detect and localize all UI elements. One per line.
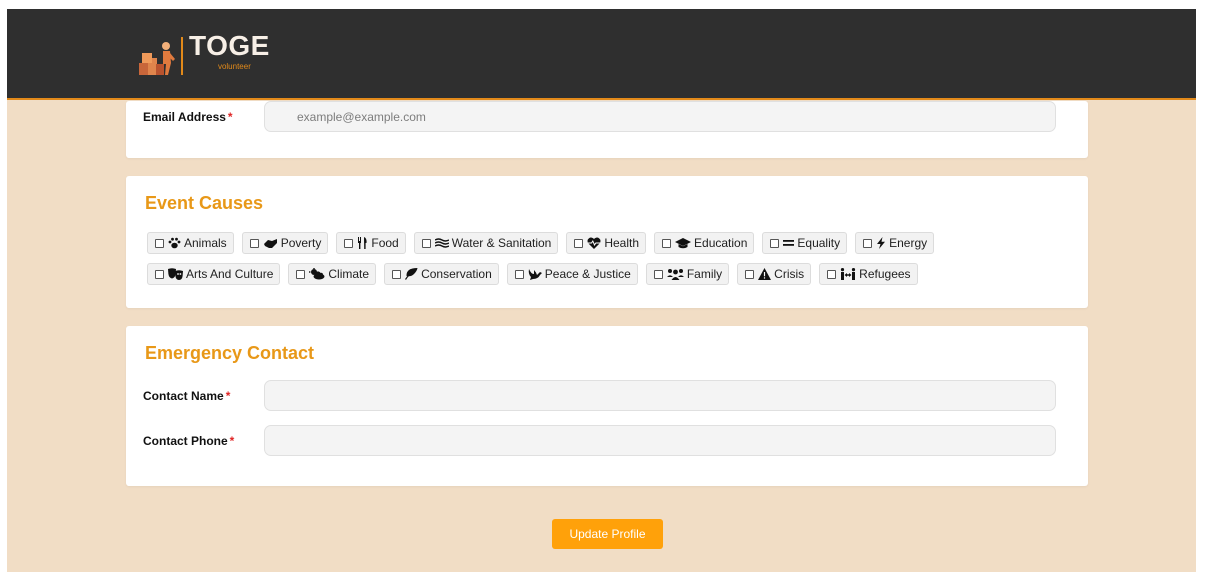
required-mark: * — [225, 389, 231, 403]
checkbox[interactable] — [827, 269, 837, 279]
contact-phone-label: Contact Phone * — [143, 434, 234, 448]
cause-chip-list: Animals Poverty Food Water & Sanitation — [147, 232, 1077, 294]
cause-chip-label: Crisis — [774, 267, 805, 281]
site-header: TOGE volunteer — [7, 9, 1196, 100]
checkbox[interactable] — [514, 269, 524, 279]
cause-chip-equality[interactable]: Equality — [762, 232, 848, 254]
checkbox[interactable] — [863, 238, 873, 248]
brand-subtitle: volunteer — [217, 62, 251, 71]
cause-chip-label: Energy — [889, 236, 928, 250]
checkbox[interactable] — [770, 238, 780, 248]
required-mark: * — [229, 434, 235, 448]
contact-phone-label-text: Contact Phone — [143, 434, 228, 448]
brand-title: TOGE — [189, 30, 270, 61]
checkbox[interactable] — [392, 269, 402, 279]
warning-icon — [758, 268, 772, 280]
checkbox[interactable] — [653, 269, 663, 279]
event-causes-title: Event Causes — [145, 193, 264, 213]
cause-chip-arts-and-culture[interactable]: Arts And Culture — [147, 263, 281, 285]
page-background: TOGE volunteer Email Address* Event Caus… — [7, 9, 1196, 572]
brand-logo[interactable]: TOGE volunteer — [137, 31, 270, 83]
users-icon — [666, 268, 684, 280]
checkbox[interactable] — [155, 269, 164, 279]
cloud-sun-icon — [309, 268, 325, 280]
contact-name-label: Contact Name * — [143, 389, 230, 403]
email-field[interactable] — [264, 101, 1056, 132]
checkbox[interactable] — [421, 238, 431, 248]
cause-chip-label: Equality — [797, 236, 841, 250]
cause-chip-poverty[interactable]: Poverty — [241, 232, 329, 254]
cause-chip-label: Health — [604, 236, 640, 250]
contact-name-label-text: Contact Name — [143, 389, 224, 403]
cause-chip-label: Arts And Culture — [186, 267, 274, 281]
brand-divider — [181, 37, 183, 75]
cause-chip-animals[interactable]: Animals — [147, 232, 234, 254]
cause-chip-health[interactable]: Health — [566, 232, 647, 254]
cause-chip-food[interactable]: Food — [336, 232, 406, 254]
cause-chip-row-1: Animals Poverty Food Water & Sanitation — [147, 232, 1077, 254]
people-arrows-icon — [840, 268, 856, 280]
email-label: Email Address * — [143, 110, 233, 124]
contact-name-input[interactable] — [264, 380, 1056, 411]
cause-chip-label: Water & Sanitation — [451, 236, 552, 250]
cause-chip-family[interactable]: Family — [645, 263, 730, 285]
contact-info-card: Email Address * — [126, 101, 1088, 158]
cause-chip-label: Peace & Justice — [544, 267, 631, 281]
checkbox[interactable] — [745, 269, 755, 279]
cause-chip-label: Refugees — [859, 267, 911, 281]
cause-chip-water-sanitation[interactable]: Water & Sanitation — [413, 232, 559, 254]
cause-chip-climate[interactable]: Climate — [288, 263, 377, 285]
bolt-icon — [876, 237, 886, 249]
heartbeat-icon — [587, 237, 601, 249]
contact-phone-input[interactable] — [264, 425, 1056, 456]
email-label-text: Email Address — [143, 110, 226, 124]
checkbox[interactable] — [155, 238, 164, 248]
theater-masks-icon — [168, 268, 183, 280]
brand-logo-icon — [139, 42, 175, 75]
cause-chip-peace-justice[interactable]: Peace & Justice — [506, 263, 638, 285]
cause-chip-row-2: Arts And Culture Climate Conservation Pe… — [147, 263, 1077, 285]
emergency-contact-title: Emergency Contact — [145, 343, 315, 363]
cause-chip-label: Poverty — [280, 236, 322, 250]
paw-icon — [168, 237, 181, 249]
cause-chip-label: Animals — [184, 236, 227, 250]
cause-chip-refugees[interactable]: Refugees — [819, 263, 918, 285]
cause-chip-label: Climate — [328, 267, 370, 281]
cause-chip-energy[interactable]: Energy — [855, 232, 935, 254]
cause-chip-education[interactable]: Education — [654, 232, 755, 254]
checkbox[interactable] — [662, 238, 672, 248]
checkbox[interactable] — [344, 238, 354, 248]
brand-text: TOGE volunteer — [189, 31, 270, 72]
cause-chip-crisis[interactable]: Crisis — [737, 263, 812, 285]
required-mark: * — [227, 110, 233, 124]
update-profile-button[interactable]: Update Profile — [552, 519, 663, 549]
water-icon — [434, 238, 449, 248]
checkbox[interactable] — [249, 238, 259, 248]
event-causes-card: Event Causes Animals Poverty Food Water … — [126, 176, 1088, 308]
leaf-icon — [405, 268, 418, 280]
checkbox[interactable] — [296, 269, 306, 279]
cause-chip-label: Education — [694, 236, 748, 250]
handshake-icon — [263, 238, 278, 249]
emergency-contact-card: Emergency Contact Contact Name * Contact … — [126, 326, 1088, 486]
graduation-cap-icon — [675, 237, 692, 249]
utensils-icon — [357, 237, 368, 249]
cause-chip-label: Family — [686, 267, 723, 281]
dove-icon — [528, 268, 542, 280]
cause-chip-label: Conservation — [421, 267, 492, 281]
cause-chip-conservation[interactable]: Conservation — [384, 263, 499, 285]
cause-chip-label: Food — [371, 236, 399, 250]
checkbox[interactable] — [574, 238, 584, 248]
equals-icon — [783, 239, 795, 247]
